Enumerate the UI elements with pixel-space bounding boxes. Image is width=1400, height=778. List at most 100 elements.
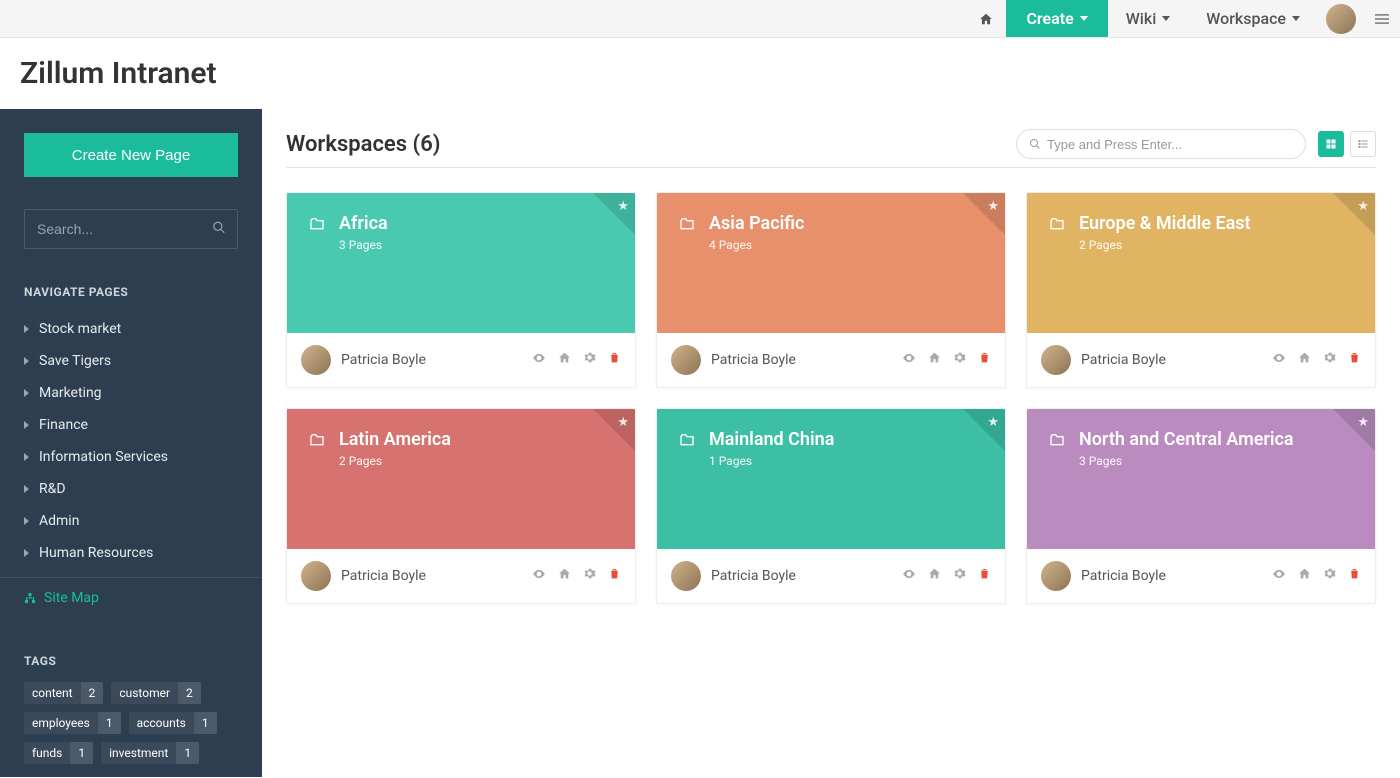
home-button[interactable]: [966, 0, 1006, 37]
card-actions: [902, 351, 991, 369]
view-toggle: [1318, 131, 1376, 157]
tag[interactable]: content2: [24, 682, 103, 704]
sidebar-search: [24, 209, 238, 249]
chevron-right-icon: [24, 453, 29, 461]
tag-label: investment: [101, 742, 176, 764]
settings-icon[interactable]: [953, 567, 966, 585]
hamburger-icon: [1375, 12, 1389, 26]
sidebar-nav-item[interactable]: Admin: [0, 505, 262, 537]
nav-item-label: Admin: [39, 513, 79, 529]
sidebar-search-input[interactable]: [24, 209, 238, 249]
workspace-card[interactable]: ★Asia Pacific4 PagesPatricia Boyle: [656, 192, 1006, 388]
workspace-pages: 2 Pages: [307, 454, 615, 468]
settings-icon[interactable]: [583, 351, 596, 369]
star-icon[interactable]: ★: [617, 199, 629, 214]
home-icon[interactable]: [558, 351, 571, 369]
sidebar-nav-item[interactable]: Finance: [0, 409, 262, 441]
star-icon[interactable]: ★: [617, 415, 629, 430]
sidebar-nav-item[interactable]: Stock market: [0, 313, 262, 345]
nav-item-label: Stock market: [39, 321, 121, 337]
settings-icon[interactable]: [1323, 567, 1336, 585]
user-avatar[interactable]: [1326, 4, 1356, 34]
card-footer: Patricia Boyle: [287, 333, 635, 387]
settings-icon[interactable]: [583, 567, 596, 585]
workspace-card[interactable]: ★Europe & Middle East2 PagesPatricia Boy…: [1026, 192, 1376, 388]
top-nav: Create Wiki Workspace: [0, 0, 1400, 38]
tag[interactable]: investment1: [101, 742, 199, 764]
search-icon: [212, 220, 226, 239]
author-name: Patricia Boyle: [1081, 568, 1166, 584]
sidebar-nav-item[interactable]: Save Tigers: [0, 345, 262, 377]
tag[interactable]: customer2: [111, 682, 200, 704]
view-icon[interactable]: [902, 567, 916, 585]
sitemap-icon: [24, 592, 36, 604]
sidebar-nav-item[interactable]: Human Resources: [0, 537, 262, 569]
card-footer: Patricia Boyle: [287, 549, 635, 603]
workspace-name: Asia Pacific: [709, 213, 804, 234]
workspace-name: North and Central America: [1079, 429, 1294, 450]
star-icon[interactable]: ★: [987, 415, 999, 430]
folder-icon: [677, 216, 697, 232]
view-icon[interactable]: [532, 351, 546, 369]
home-icon[interactable]: [928, 351, 941, 369]
sidebar-nav-item[interactable]: R&D: [0, 473, 262, 505]
tag-count: 1: [176, 742, 199, 764]
view-icon[interactable]: [1272, 567, 1286, 585]
author-avatar: [1041, 345, 1071, 375]
delete-icon[interactable]: [978, 351, 991, 369]
delete-icon[interactable]: [1348, 567, 1361, 585]
sitemap-link[interactable]: Site Map: [24, 590, 238, 606]
home-icon[interactable]: [928, 567, 941, 585]
workspace-search-input[interactable]: [1047, 137, 1293, 152]
chevron-right-icon: [24, 549, 29, 557]
workspace-dropdown[interactable]: Workspace: [1188, 0, 1318, 37]
home-icon[interactable]: [1298, 567, 1311, 585]
navigate-pages-heading: NAVIGATE PAGES: [24, 285, 238, 299]
wiki-dropdown[interactable]: Wiki: [1108, 0, 1189, 37]
settings-icon[interactable]: [953, 351, 966, 369]
settings-icon[interactable]: [1323, 351, 1336, 369]
card-author: Patricia Boyle: [671, 345, 796, 375]
grid-view-button[interactable]: [1318, 131, 1344, 157]
delete-icon[interactable]: [608, 351, 621, 369]
home-icon[interactable]: [1298, 351, 1311, 369]
nav-item-label: Save Tigers: [39, 353, 111, 369]
workspace-card[interactable]: ★Latin America2 PagesPatricia Boyle: [286, 408, 636, 604]
folder-icon: [1047, 216, 1067, 232]
author-avatar: [1041, 561, 1071, 591]
tag[interactable]: accounts1: [129, 712, 217, 734]
card-footer: Patricia Boyle: [1027, 549, 1375, 603]
view-icon[interactable]: [532, 567, 546, 585]
star-icon[interactable]: ★: [1357, 415, 1369, 430]
tag[interactable]: funds1: [24, 742, 93, 764]
menu-button[interactable]: [1364, 0, 1400, 37]
view-icon[interactable]: [1272, 351, 1286, 369]
main-tools: [1016, 129, 1376, 159]
create-dropdown[interactable]: Create: [1006, 0, 1107, 37]
workspace-pages: 3 Pages: [1047, 454, 1355, 468]
delete-icon[interactable]: [608, 567, 621, 585]
workspace-card[interactable]: ★ North and Central America 3 Pages Patrici…: [1026, 408, 1376, 604]
divider: [286, 167, 1376, 168]
sidebar-nav-item[interactable]: Marketing: [0, 377, 262, 409]
list-view-button[interactable]: [1350, 131, 1376, 157]
home-icon: [979, 12, 993, 26]
create-new-page-button[interactable]: Create New Page: [24, 133, 238, 177]
workspace-card[interactable]: ★Africa3 PagesPatricia Boyle: [286, 192, 636, 388]
author-name: Patricia Boyle: [711, 352, 796, 368]
star-icon[interactable]: ★: [987, 199, 999, 214]
delete-icon[interactable]: [1348, 351, 1361, 369]
star-icon[interactable]: ★: [1357, 199, 1369, 214]
tag[interactable]: employees1: [24, 712, 121, 734]
nav-item-label: Information Services: [39, 449, 168, 465]
chevron-right-icon: [24, 325, 29, 333]
tag-label: funds: [24, 742, 70, 764]
delete-icon[interactable]: [978, 567, 991, 585]
author-avatar: [671, 561, 701, 591]
workspace-card[interactable]: ★Mainland China1 PagesPatricia Boyle: [656, 408, 1006, 604]
view-icon[interactable]: [902, 351, 916, 369]
sidebar-nav-item[interactable]: Information Services: [0, 441, 262, 473]
workspace-name: Mainland China: [709, 429, 834, 450]
home-icon[interactable]: [558, 567, 571, 585]
chevron-right-icon: [24, 389, 29, 397]
